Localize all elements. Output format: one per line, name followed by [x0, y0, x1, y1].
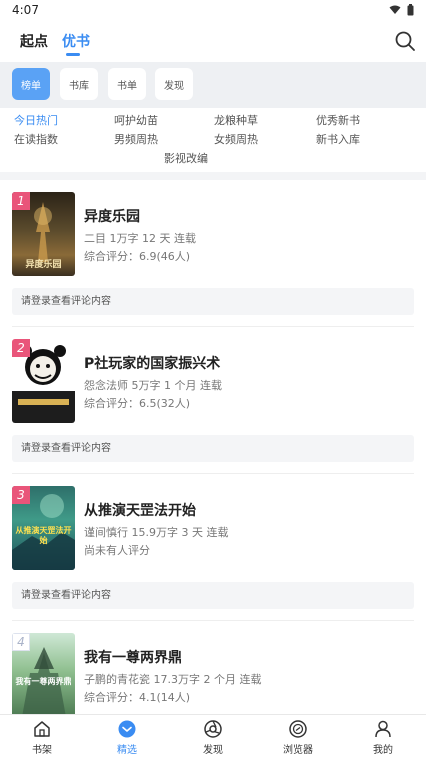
status-bar: 4:07	[0, 0, 426, 22]
book-meta: 子鹏的青花瓷 17.3万字 2 个月 连载	[84, 673, 262, 686]
book-meta: 谨间慎行 15.9万字 3 天 连载	[84, 526, 229, 539]
book-title[interactable]: P社玩家的国家振兴术	[84, 353, 220, 373]
comment-login-prompt[interactable]: 请登录查看评论内容	[12, 435, 414, 462]
book-list: 1 异度乐园 异度乐园 二目 1万字 12 天 连载 综合评分：6.9(46人)…	[0, 180, 426, 714]
book-cover[interactable]: 1 异度乐园	[12, 192, 75, 276]
subcat-sprout[interactable]: 呵护幼苗	[114, 112, 158, 128]
book-item[interactable]: 1 异度乐园 异度乐园 二目 1万字 12 天 连载 综合评分：6.9(46人)…	[0, 180, 426, 327]
home-icon	[34, 721, 50, 737]
nav-label: 书架	[32, 745, 52, 756]
rank-badge: 4	[12, 633, 30, 651]
subcat-adaptation[interactable]: 影视改编	[164, 150, 208, 166]
discover-icon	[204, 720, 222, 738]
status-icons	[389, 4, 414, 16]
category-bangdan-button[interactable]: 榜单	[12, 68, 50, 100]
book-cover[interactable]: 3 从推演天罡法开始	[12, 486, 75, 570]
book-title[interactable]: 从推演天罡法开始	[84, 500, 196, 520]
book-cover[interactable]: 2	[12, 339, 75, 423]
tab-active-indicator	[66, 53, 80, 56]
top-nav: 起点 优书	[0, 22, 426, 62]
nav-label: 精选	[117, 745, 137, 756]
nav-profile[interactable]: 我的	[353, 719, 413, 756]
comment-login-prompt[interactable]: 请登录查看评论内容	[12, 288, 414, 315]
tab-qidian[interactable]: 起点	[20, 31, 48, 51]
category-shuku-button[interactable]: 书库	[60, 68, 98, 100]
rank-badge: 1	[12, 192, 30, 210]
comment-login-prompt[interactable]: 请登录查看评论内容	[12, 582, 414, 609]
cover-title: 从推演天罡法开始	[15, 526, 72, 545]
battery-icon	[407, 4, 414, 16]
category-faxian-button[interactable]: 发现	[155, 68, 193, 100]
book-meta: 怨念法师 5万字 1 个月 连载	[84, 379, 222, 392]
browser-icon	[289, 720, 307, 738]
profile-icon	[375, 720, 391, 738]
book-score: 综合评分：6.9(46人)	[84, 250, 191, 263]
rank-badge: 3	[12, 486, 30, 504]
nav-label: 浏览器	[283, 745, 313, 756]
book-cover[interactable]: 4 我有一尊两界鼎	[12, 633, 75, 714]
featured-icon	[118, 720, 136, 738]
nav-featured[interactable]: 精选	[97, 719, 157, 756]
nav-label: 发现	[203, 745, 223, 756]
status-time: 4:07	[12, 3, 39, 17]
book-meta: 二目 1万字 12 天 连载	[84, 232, 196, 245]
rank-badge: 2	[12, 339, 30, 357]
nav-discover[interactable]: 发现	[183, 719, 243, 756]
book-score: 综合评分：6.5(32人)	[84, 397, 191, 410]
book-item[interactable]: 3 从推演天罡法开始 从推演天罡法开始 谨间慎行 15.9万字 3 天 连载 尚…	[0, 474, 426, 621]
subcat-female-weekly[interactable]: 女频周热	[214, 131, 258, 147]
sub-category-grid: 今日热门 呵护幼苗 龙粮种草 优秀新书 在读指数 男频周热 女频周热 新书入库 …	[0, 108, 426, 172]
cover-title: 异度乐园	[25, 260, 62, 270]
category-shudan-button[interactable]: 书单	[108, 68, 146, 100]
cover-title: 我有一尊两界鼎	[15, 677, 72, 686]
subcat-reading-index[interactable]: 在读指数	[14, 131, 58, 147]
subcat-new-books[interactable]: 新书入库	[316, 131, 360, 147]
nav-label: 我的	[373, 745, 393, 756]
book-item[interactable]: 2 P社玩家的国家振兴术 怨念法师 5万字 1 个月 连载 综合评分：6.5(3…	[0, 327, 426, 474]
subcat-new-excellent[interactable]: 优秀新书	[316, 112, 360, 128]
book-title[interactable]: 我有一尊两界鼎	[84, 647, 182, 667]
wifi-icon	[389, 5, 401, 14]
category-bar: 榜单 书库 书单 发现	[0, 62, 426, 108]
book-item[interactable]: 4 我有一尊两界鼎 我有一尊两界鼎 子鹏的青花瓷 17.3万字 2 个月 连载 …	[0, 621, 426, 714]
book-title[interactable]: 异度乐园	[84, 206, 140, 226]
bottom-nav: 书架 精选 发现 浏览器 我的	[0, 714, 426, 758]
search-icon[interactable]	[394, 30, 416, 52]
tab-youshu[interactable]: 优书	[62, 31, 90, 51]
book-score: 尚未有人评分	[84, 544, 150, 557]
book-score: 综合评分：4.1(14人)	[84, 691, 191, 704]
nav-bookshelf[interactable]: 书架	[12, 719, 72, 756]
subcat-today-hot[interactable]: 今日热门	[14, 112, 58, 128]
subcat-male-weekly[interactable]: 男频周热	[114, 131, 158, 147]
subcat-recommend[interactable]: 龙粮种草	[214, 112, 258, 128]
nav-browser[interactable]: 浏览器	[268, 719, 328, 756]
